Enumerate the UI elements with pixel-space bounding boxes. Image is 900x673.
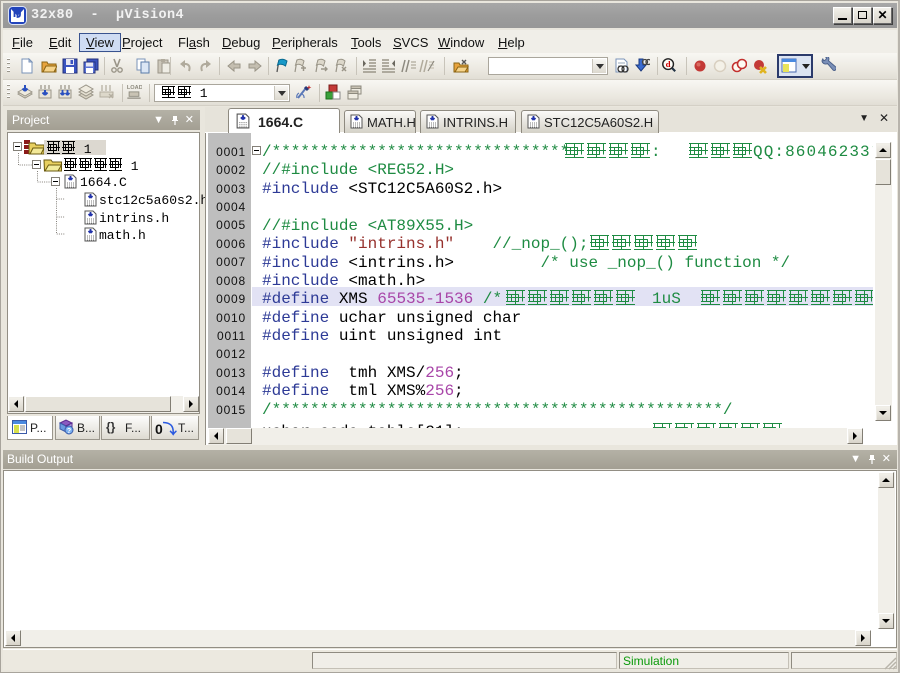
svg-text:LOAD: LOAD — [127, 85, 142, 91]
svg-text:?: ? — [67, 428, 71, 435]
svg-text:d: d — [666, 59, 671, 69]
